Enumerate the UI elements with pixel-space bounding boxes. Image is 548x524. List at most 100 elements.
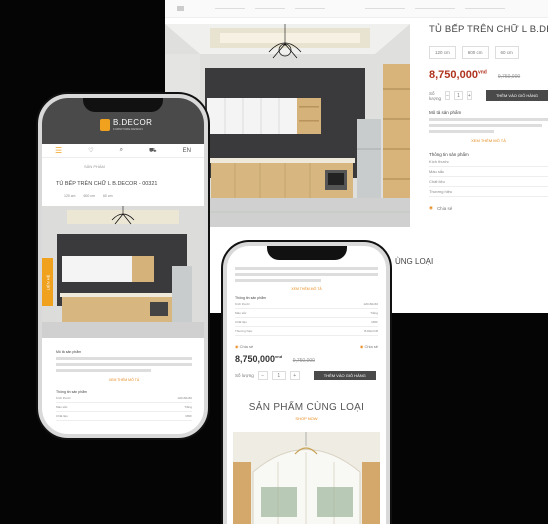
size-option[interactable]: 120 cm <box>64 194 75 198</box>
brand-sub: FURNITURE DESIGN <box>113 127 143 131</box>
size-options: 120 cm 600 cm 60 cm <box>429 46 548 59</box>
mobile-price: 8,750,000vnd 9,750,000 <box>235 354 378 364</box>
spec-value: MDF <box>185 414 193 418</box>
heart-icon[interactable]: ♡ <box>88 147 93 154</box>
size-option[interactable]: 60 cm <box>494 46 519 59</box>
dining-room-image <box>233 432 380 524</box>
nav-line <box>365 8 405 9</box>
description-line <box>429 130 495 133</box>
mobile-nav: ☰ ♡ ⌕ ⛟ EN <box>42 144 204 158</box>
phone-mockup-left: B.DECOR FURNITURE DESIGN ☰ ♡ ⌕ ⛟ EN SẢN … <box>38 94 208 438</box>
spec-row: Thương hiệu B.DECOR <box>235 327 378 336</box>
size-option[interactable]: 600 cm <box>461 46 489 59</box>
breadcrumb[interactable]: SẢN PHẨM <box>84 164 105 169</box>
share-icon[interactable]: ◉ <box>429 205 433 211</box>
quantity-minus-button[interactable]: − <box>444 91 451 100</box>
logo-icon <box>100 118 110 131</box>
brand-name: B.DECOR <box>113 118 153 127</box>
spec-name: Thương hiệu <box>429 189 453 194</box>
description-line <box>56 357 192 360</box>
size-option[interactable]: 120 cm <box>429 46 456 59</box>
nav-line <box>465 8 505 9</box>
spec-value: MDF <box>371 320 379 324</box>
spec-row: Chất liệu MDF <box>56 412 192 421</box>
read-more-link[interactable]: XEM THÊM MÔ TẢ <box>235 287 378 291</box>
menu-icon[interactable]: ☰ <box>55 146 62 155</box>
share-icon: ◉ <box>359 344 364 349</box>
description-line <box>429 124 543 127</box>
mobile-product-title: TỦ BẾP TRÊN CHỮ L B.DECOR - 00321 <box>56 181 158 187</box>
description-title: Mô tả sản phẩm <box>56 350 82 354</box>
desktop-topbar <box>165 0 548 18</box>
mobile-description: Mô tả sản phẩm XEM THÊM MÔ TẢ Thông tin … <box>56 350 192 421</box>
quantity-minus-button[interactable]: − <box>257 371 268 380</box>
quantity-plus-button[interactable]: + <box>466 91 472 100</box>
spec-name: Kích thước <box>56 396 71 400</box>
related-section: SẢN PHẨM CÙNG LOẠI SHOP NOW <box>227 402 386 421</box>
spec-row: Màu sắc Trắng <box>235 309 378 318</box>
phone-notch <box>266 246 347 260</box>
spec-value: 120x60x60 <box>363 302 378 306</box>
share-button[interactable]: ◉ Chia sẻ <box>235 344 253 349</box>
quantity-input[interactable]: 1 <box>271 371 286 380</box>
description-line <box>235 267 378 270</box>
kitchen-image <box>42 206 204 338</box>
related-title: SẢN PHẨM CÙNG LOẠI <box>248 402 365 413</box>
desktop-logo-mark <box>177 6 184 11</box>
quantity-row: Số lượng − 1 + THÊM VÀO GIỎ HÀNG <box>429 90 548 101</box>
share-row: ◉ Chia sẻ <box>429 205 548 211</box>
related-product-image[interactable] <box>233 432 380 524</box>
share-button[interactable]: ◉ Chia sẻ <box>360 344 378 349</box>
cart-icon[interactable]: ⛟ <box>149 147 157 155</box>
size-option[interactable]: 600 cm <box>83 194 94 198</box>
spec-value: 120x60x60 <box>177 396 192 400</box>
description-line <box>235 279 321 282</box>
share-label[interactable]: Chia sẻ <box>437 206 452 211</box>
spec-name: Thương hiệu <box>235 329 253 333</box>
contact-tab-label: LIÊN HỆ <box>45 274 50 290</box>
shop-now-link[interactable]: SHOP NOW <box>227 416 386 421</box>
quantity-input[interactable]: 1 <box>454 91 463 100</box>
spec-name: Màu sắc <box>56 405 68 409</box>
language-switch[interactable]: EN <box>183 148 191 154</box>
size-option[interactable]: 60 cm <box>103 194 113 198</box>
description-line <box>56 369 152 372</box>
contact-side-tab[interactable]: LIÊN HỆ <box>42 258 53 306</box>
price-value: 8,750,000 <box>235 354 276 364</box>
phone-mockup-center: XEM THÊM MÔ TẢ Thông tin sản phẩm Kích t… <box>223 242 390 524</box>
add-to-cart-button[interactable]: THÊM VÀO GIỎ HÀNG <box>485 90 548 101</box>
search-icon[interactable]: ⌕ <box>120 147 123 154</box>
read-more-link[interactable]: XEM THÊM MÔ TẢ <box>429 138 548 143</box>
spec-name: Kích thước <box>429 159 449 164</box>
spec-name: Màu sắc <box>429 169 445 174</box>
spec-value: Trắng <box>184 405 192 409</box>
description-line <box>235 273 378 276</box>
mobile-product-image[interactable] <box>42 206 204 338</box>
description-line <box>429 118 548 121</box>
share-label: Chia sẻ <box>364 344 378 349</box>
product-info-panel: TỦ BẾP TRÊN CHỮ L B.DECOR 120 cm 600 cm … <box>429 24 548 211</box>
add-to-cart-button[interactable]: THÊM VÀO GIỎ HÀNG <box>313 371 376 380</box>
quantity-label: Số lượng <box>235 373 254 378</box>
mobile-product-details: XEM THÊM MÔ TẢ Thông tin sản phẩm Kích t… <box>235 264 378 380</box>
nav-line <box>415 8 455 9</box>
brand-logo[interactable]: B.DECOR FURNITURE DESIGN <box>100 118 152 131</box>
nav-line <box>295 8 325 9</box>
spec-row: Chất liệu MDF <box>235 318 378 327</box>
price-currency: vnd <box>477 69 487 76</box>
product-price: 8,750,000vnd 9,750,000 <box>429 69 548 81</box>
spec-value: B.DECOR <box>364 329 378 333</box>
quantity-row: Số lượng − 1 + THÊM VÀO GIỎ HÀNG <box>235 371 378 380</box>
old-price: 9,750,000 <box>497 74 521 80</box>
spec-row: Kích thước 120x60x60 <box>235 300 378 309</box>
nav-line <box>215 8 245 9</box>
mobile-size-options: 120 cm 600 cm 60 cm <box>64 194 113 198</box>
read-more-link[interactable]: XEM THÊM MÔ TẢ <box>56 378 192 382</box>
quantity-plus-button[interactable]: + <box>289 371 300 380</box>
share-icon: ◉ <box>235 344 239 349</box>
share-row: ◉ Chia sẻ ◉ Chia sẻ <box>235 344 378 349</box>
share-label: Chia sẻ <box>239 344 254 349</box>
spec-row: Thương hiệu <box>429 187 548 197</box>
spec-name: Màu sắc <box>235 311 247 315</box>
spec-row: Màu sắc Trắng <box>56 403 192 412</box>
